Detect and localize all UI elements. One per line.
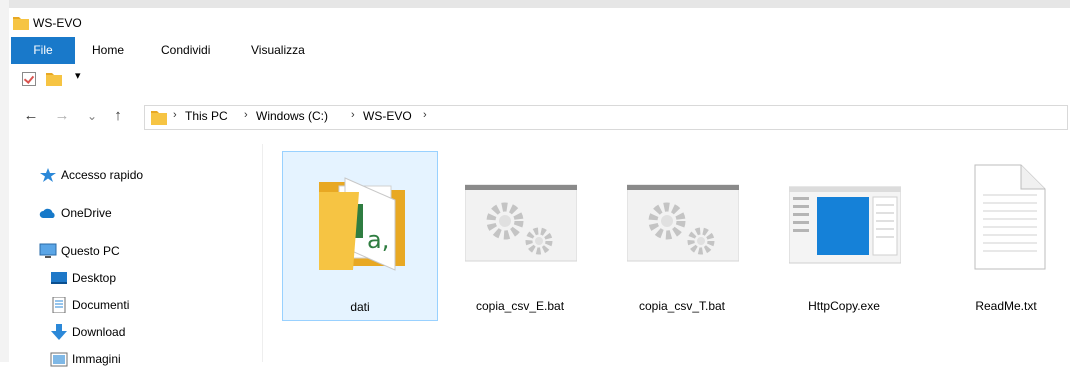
file-item-httpcopy[interactable]: HttpCopy.exe <box>767 151 921 319</box>
breadcrumb-separator[interactable]: › <box>244 109 248 121</box>
desktop-icon <box>51 272 67 284</box>
window-frame-top <box>0 0 1070 8</box>
file-name: copia_csv_E.bat <box>475 299 565 313</box>
breadcrumb-separator[interactable]: › <box>173 109 177 121</box>
properties-check-icon[interactable] <box>22 72 36 86</box>
folder-icon <box>13 17 29 30</box>
file-item-copia-csv-t[interactable]: copia_csv_T.bat <box>605 151 759 319</box>
file-name: HttpCopy.exe <box>808 299 880 313</box>
up-arrow-icon[interactable]: ↑ <box>109 105 127 127</box>
tab-condividi[interactable]: Condividi <box>161 37 210 64</box>
file-list: a, dati copia_csv_E.bat copia_csv_T.bat <box>263 144 1070 362</box>
star-icon <box>40 168 56 182</box>
tab-visualizza[interactable]: Visualizza <box>251 37 305 64</box>
cloud-icon <box>39 208 55 218</box>
breadcrumb-separator[interactable]: › <box>351 109 355 121</box>
file-item-copia-csv-e[interactable]: copia_csv_E.bat <box>443 151 597 319</box>
computer-icon <box>39 243 57 258</box>
back-arrow-icon[interactable]: ← <box>22 105 40 127</box>
text-document-icon <box>974 164 1046 270</box>
tab-file[interactable]: File <box>11 37 75 64</box>
address-bar[interactable]: › This PC › Windows (C:) › WS-EVO › <box>144 105 1068 130</box>
batch-file-gears-icon <box>465 184 577 262</box>
navigation-bar: ← → ⌄ ↑ › This PC › Windows (C:) › WS-EV… <box>9 92 1070 144</box>
download-arrow-icon <box>51 324 67 340</box>
recent-locations-chevron-icon[interactable]: ⌄ <box>83 105 101 127</box>
window-frame-left <box>0 0 9 362</box>
breadcrumb-ws-evo[interactable]: WS-EVO <box>363 109 412 123</box>
file-name: dati <box>350 300 370 314</box>
application-window-icon <box>789 186 901 264</box>
quick-access-toolbar: ▾ <box>9 64 1070 92</box>
navigation-pane: Accesso rapido OneDrive Questo PC Deskto… <box>9 144 262 367</box>
file-item-dati[interactable]: a, dati <box>282 151 438 321</box>
folder-icon: a, <box>319 177 405 271</box>
new-folder-icon[interactable] <box>46 70 62 86</box>
forward-arrow-icon[interactable]: → <box>53 105 71 127</box>
file-item-readme[interactable]: ReadMe.txt <box>929 151 1070 319</box>
breadcrumb-separator[interactable]: › <box>423 109 427 121</box>
file-name: ReadMe.txt <box>975 299 1037 313</box>
batch-file-gears-icon <box>627 184 739 262</box>
window-title: WS-EVO <box>33 16 82 30</box>
file-name: copia_csv_T.bat <box>638 299 726 313</box>
documents-icon <box>52 297 66 313</box>
breadcrumb-windows-c[interactable]: Windows (C:) <box>256 109 328 123</box>
breadcrumb-this-pc[interactable]: This PC <box>185 109 228 123</box>
title-bar: WS-EVO <box>9 8 1070 37</box>
tab-home[interactable]: Home <box>92 37 124 64</box>
svg-text:a,: a, <box>367 226 389 254</box>
customize-toolbar-dropdown[interactable]: ▾ <box>75 69 81 82</box>
folder-icon <box>151 111 167 125</box>
pictures-icon <box>50 352 68 367</box>
ribbon-tabs: File Home Condividi Visualizza <box>9 37 1070 65</box>
